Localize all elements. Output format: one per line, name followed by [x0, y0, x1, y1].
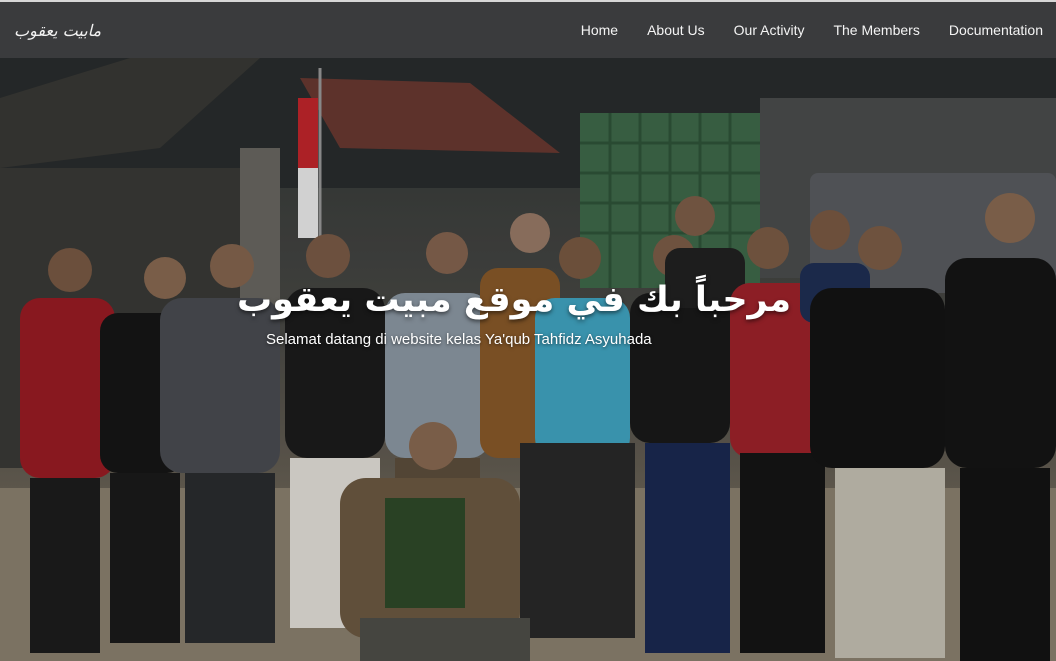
hero-section: مرحباً بك في موقع مبيت يعقوب Selamat dat…: [0, 58, 1056, 661]
nav-link-the-members[interactable]: The Members: [833, 22, 919, 38]
nav-link-documentation[interactable]: Documentation: [949, 22, 1043, 38]
page: مابيت يعقوب Home About Us Our Activity T…: [0, 0, 1056, 661]
hero-overlay: [0, 58, 1056, 661]
nav-link-our-activity[interactable]: Our Activity: [734, 22, 805, 38]
nav-link-home[interactable]: Home: [581, 22, 618, 38]
brand-logo-text[interactable]: مابيت يعقوب: [14, 21, 101, 40]
nav-links: Home About Us Our Activity The Members D…: [581, 22, 1043, 38]
hero-title: مرحباً بك في موقع مبيت يعقوب: [236, 280, 791, 320]
top-navbar: مابيت يعقوب Home About Us Our Activity T…: [0, 0, 1056, 58]
hero-text-block: مرحباً بك في موقع مبيت يعقوب Selamat dat…: [236, 280, 791, 348]
hero-subtitle: Selamat datang di website kelas Ya'qub T…: [266, 331, 652, 348]
nav-link-about-us[interactable]: About Us: [647, 22, 705, 38]
